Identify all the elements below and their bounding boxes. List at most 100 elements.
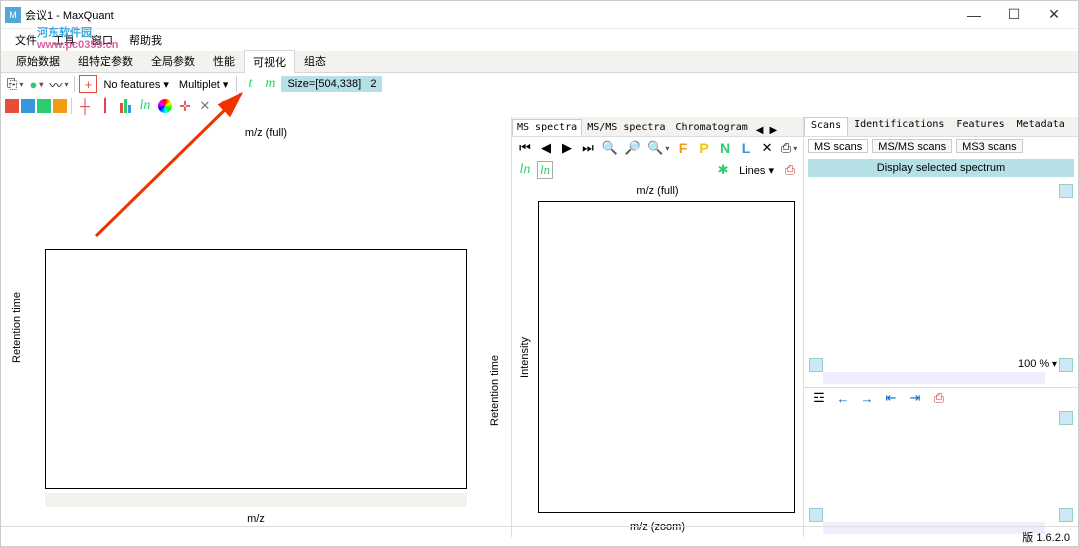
tab-msms-spectra[interactable]: MS/MS spectra [582,119,670,136]
display-spectrum-button[interactable]: Display selected spectrum [808,159,1074,177]
expand-icon[interactable]: ⇥ [906,389,924,407]
right-ylabel: Retention time [489,355,501,426]
single-bar-icon[interactable]: ┃ [96,97,114,115]
tab-rawdata[interactable]: 原始数据 [7,49,69,72]
left-chart-pane: Retention time m/z (full) m/z Retention … [1,117,511,537]
crosshair-icon[interactable]: ┼ [76,97,94,115]
settings-icon[interactable]: ✕ [758,139,776,157]
chart-hscroll[interactable] [45,493,466,507]
collapse-icon[interactable]: ⇤ [882,389,900,407]
p-icon[interactable]: P [695,139,713,157]
version-label: 版 1.6.2.0 [1022,529,1070,545]
subtab-ms-scans[interactable]: MS scans [808,139,868,153]
menu-bar: 文件 工具 窗口 帮助我 [1,29,1078,51]
mode-dropdown[interactable]: ⎙ [779,139,799,157]
color-wheel-icon[interactable] [156,97,174,115]
next-icon[interactable]: ▶ [558,139,576,157]
app-icon: M [5,7,21,23]
first-icon[interactable]: ⏮ [516,139,534,157]
minimize-button[interactable]: — [954,1,994,29]
tab-config[interactable]: 组态 [295,49,335,72]
multiplet-dropdown[interactable]: Multiplet ▾ [175,78,233,91]
menu-file[interactable]: 文件 [7,32,45,48]
copy-icon[interactable]: ⎘ [5,75,25,93]
bottom-chart-xlabel: m/z [247,513,265,525]
tab-features[interactable]: Features [950,117,1010,136]
detail-list[interactable] [808,410,1074,535]
arrow-left-icon[interactable]: ← [834,389,852,407]
tab-metadata[interactable]: Metadata [1011,117,1071,136]
maximize-button[interactable]: ☐ [994,1,1034,29]
blue-square-icon[interactable] [21,99,35,113]
left-ylabel: Retention time [11,292,23,363]
add-circle-icon[interactable]: ● [27,75,45,93]
subtab-msms-scans[interactable]: MS/MS scans [872,139,952,153]
arrow-right-icon[interactable]: → [858,389,876,407]
tab-nav-left[interactable]: ◀ [753,125,767,136]
ln-icon[interactable]: ln [136,97,154,115]
tab-identifications[interactable]: Identifications [848,117,950,136]
scroll-left2-button[interactable] [809,508,823,522]
red-square-icon[interactable] [5,99,19,113]
tab-scans[interactable]: Scans [804,117,848,136]
legend-bars-icon[interactable] [116,97,134,115]
main-tabs: 原始数据 组特定参数 全局参数 性能 可视化 组态 [1,51,1078,73]
toolbar-row-2: ┼ ┃ ln ✛ ✕ ⚇ [1,95,1078,117]
lines-dropdown[interactable]: Lines ▾ [735,164,778,177]
scan-list[interactable]: 100 % ▾ [808,183,1074,385]
no-features-dropdown[interactable]: No features ▾ [99,78,172,91]
top-chart-xlabel: m/z (full) [245,127,287,139]
green-square-icon[interactable] [37,99,51,113]
tab-ms-spectra[interactable]: MS spectra [512,119,582,136]
subtab-ms3-scans[interactable]: MS3 scans [956,139,1022,153]
tools-icon[interactable]: ✕ [196,97,214,115]
n-icon[interactable]: N [716,139,734,157]
status-bar: 版 1.6.2.0 [1,526,1078,546]
toolbar-row-1: ⎘ ● 〰 + No features ▾ Multiplet ▾ t m Si… [1,73,1078,95]
spectra-pane: MS spectra MS/MS spectra Chromatogram ◀ … [511,117,803,537]
ln-plain-icon[interactable]: ln [516,161,534,179]
l-icon[interactable]: L [737,139,755,157]
zoom-level[interactable]: 100 % ▾ [1018,358,1057,370]
prev-icon[interactable]: ◀ [537,139,555,157]
zoom-fit-icon[interactable]: 🔍 [645,139,671,157]
hscrollbar[interactable] [823,372,1045,384]
m-icon[interactable]: m [261,75,279,93]
orange-square-icon[interactable] [53,99,67,113]
scroll-up-button[interactable] [1059,184,1073,198]
tab-nav-right[interactable]: ▶ [766,125,780,136]
plus-red-icon[interactable]: + [79,75,97,93]
person-icon[interactable]: ⚇ [216,97,234,115]
crosshair2-icon[interactable]: ✛ [176,97,194,115]
main-chart[interactable] [45,249,466,489]
list-icon[interactable]: ☲ [810,389,828,407]
tab-group-params[interactable]: 组特定参数 [69,49,142,72]
pdf-icon[interactable]: ⎙ [781,161,799,179]
t-icon[interactable]: t [241,75,259,93]
tab-global-params[interactable]: 全局参数 [142,49,204,72]
f-icon[interactable]: F [674,139,692,157]
scroll-up2-button[interactable] [1059,411,1073,425]
window-title: 会议1 - MaxQuant [25,7,954,23]
menu-help[interactable]: 帮助我 [121,32,170,48]
mid-ylabel: Intensity [519,337,531,378]
last-icon[interactable]: ⏭ [579,139,597,157]
scroll-left-button[interactable] [809,358,823,372]
wave-icon[interactable]: 〰 [47,75,70,93]
tab-visualization[interactable]: 可视化 [244,50,295,73]
zoom-in-icon[interactable]: 🔍 [600,139,620,157]
ln-boxed-icon[interactable]: ln [537,161,553,179]
spectrum-chart[interactable] [538,201,795,513]
tab-performance[interactable]: 性能 [204,49,244,72]
menu-window[interactable]: 窗口 [83,32,121,48]
run-icon[interactable]: ✱ [714,161,732,179]
menu-tools[interactable]: 工具 [45,32,83,48]
pdf2-icon[interactable]: ⎙ [930,389,948,407]
zoom-out-icon[interactable]: 🔎 [623,139,643,157]
scroll-down-button[interactable] [1059,358,1073,372]
close-button[interactable]: ✕ [1034,1,1074,29]
mid-top-xlabel: m/z (full) [516,185,799,197]
size-display: Size=[504,338] 2 [281,76,382,92]
scroll-down2-button[interactable] [1059,508,1073,522]
tab-chromatogram[interactable]: Chromatogram [671,119,753,136]
